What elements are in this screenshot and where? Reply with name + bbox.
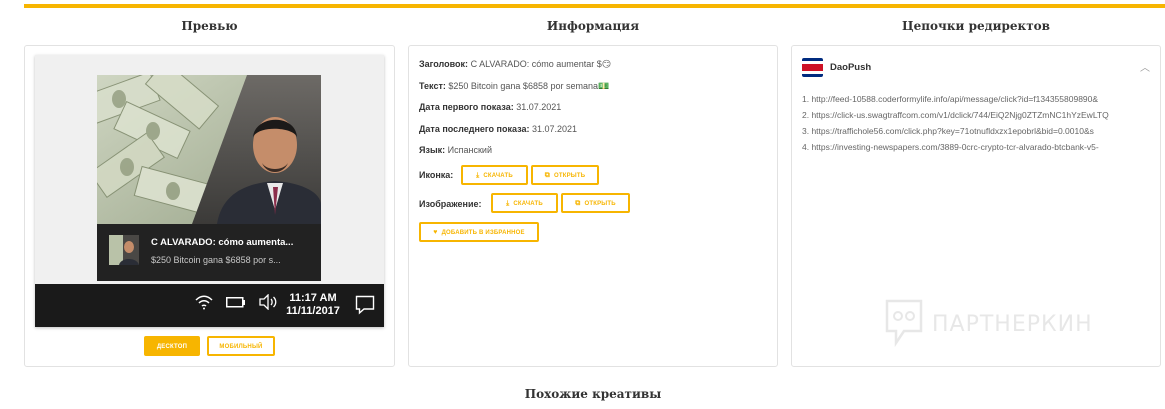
image-row-label: Изображение: [419, 199, 482, 209]
heart-icon: ♥ [433, 229, 438, 236]
external-link-icon: ⧉ [544, 172, 550, 179]
icon-download-label: скачать [483, 173, 513, 179]
notification-image [97, 75, 321, 224]
info-text-value: $250 Bitcoin gana $6858 por semana💵 [448, 81, 610, 91]
costa-rica-flag-icon [802, 58, 823, 77]
notification-body: C ALVARADO: cómo aumenta... $250 Bitcoin… [97, 224, 321, 281]
notification-text: $250 Bitcoin gana $6858 por s... [151, 255, 281, 265]
redirect-url[interactable]: 2. https://click-us.swagtraffcom.com/v1/… [802, 108, 1147, 124]
info-last-shown-label: Дата последнего показа: [419, 124, 530, 134]
redirect-chain-header[interactable]: DaoPush ︿ [802, 58, 1152, 78]
info-first-shown-label: Дата первого показа: [419, 102, 514, 112]
notification-icon [355, 295, 375, 315]
watermark-text: ПАРТНЕРКИН [932, 312, 1093, 337]
windows-taskbar: 11:17 AM 11/11/2017 [35, 284, 384, 327]
info-first-shown-value: 31.07.2021 [516, 102, 562, 112]
notification-title: C ALVARADO: cómo aumenta... [151, 237, 294, 248]
icon-download-button[interactable]: ⤓ скачать [461, 165, 528, 185]
image-open-label: открыть [584, 201, 616, 207]
icon-label: Иконка: [419, 170, 454, 180]
image-download-label: скачать [513, 201, 543, 207]
partnerkin-watermark: ПАРТНЕРКИН [884, 298, 1124, 358]
info-heading: Заголовок: C ALVARADO: cómo aumentar $😏 [419, 59, 611, 70]
info-text: Текст: $250 Bitcoin gana $6858 por seman… [419, 81, 609, 92]
redirects-panel: DaoPush ︿ 1. http://feed-10588.coderform… [791, 45, 1161, 367]
image-open-button[interactable]: ⧉ открыть [561, 193, 630, 213]
redirects-title: Цепочки редиректов [902, 19, 1050, 33]
info-text-label: Текст: [419, 81, 446, 91]
info-language-value: Испанский [447, 145, 492, 155]
info-heading-value: C ALVARADO: cómo aumentar $😏 [470, 59, 612, 69]
redirect-url[interactable]: 3. https://traffichole56.com/click.php?k… [802, 124, 1147, 140]
partnerkin-logo-icon [885, 299, 923, 348]
taskbar-date: 11/11/2017 [286, 305, 340, 317]
download-icon: ⤓ [476, 172, 480, 179]
similar-creatives-title: Похожие креативы [524, 387, 662, 401]
ad-network-name: DaoPush [830, 62, 872, 73]
chevron-up-icon[interactable]: ︿ [1140, 59, 1150, 74]
icon-row-label: Иконка: [419, 170, 453, 180]
redirect-url[interactable]: 4. https://investing-newspapers.com/3889… [802, 140, 1147, 156]
image-label: Изображение: [419, 199, 482, 209]
icon-open-label: открыть [553, 173, 586, 179]
info-language-label: Язык: [419, 145, 446, 155]
mobile-preview-button[interactable]: мобильный [207, 336, 275, 356]
info-panel: Заголовок: C ALVARADO: cómo aumentar $😏 … [408, 45, 778, 367]
info-title: Информация [546, 19, 640, 33]
add-to-favorites-button[interactable]: ♥ добавить в избранное [419, 222, 539, 242]
volume-icon [259, 294, 277, 310]
preview-title: Превью [181, 19, 238, 33]
taskbar-clock: 11:17 AM 11/11/2017 [283, 292, 343, 318]
download-icon: ⤓ [506, 200, 510, 207]
redirect-list: 1. http://feed-10588.coderformylife.info… [802, 92, 1147, 156]
accent-top-bar [24, 4, 1165, 8]
desktop-preview: C ALVARADO: cómo aumenta... $250 Bitcoin… [35, 55, 384, 327]
notification-icon-image [109, 235, 139, 265]
preview-panel: C ALVARADO: cómo aumenta... $250 Bitcoin… [24, 45, 395, 367]
icon-open-button[interactable]: ⧉ открыть [531, 165, 599, 185]
push-notification[interactable]: C ALVARADO: cómo aumenta... $250 Bitcoin… [97, 75, 321, 281]
info-first-shown: Дата первого показа: 31.07.2021 [419, 102, 561, 112]
add-to-favorites-label: добавить в избранное [441, 230, 525, 236]
desktop-preview-button[interactable]: десктоп [144, 336, 200, 356]
info-last-shown: Дата последнего показа: 31.07.2021 [419, 124, 577, 134]
info-heading-label: Заголовок: [419, 59, 469, 69]
wifi-icon [195, 295, 213, 310]
info-last-shown-value: 31.07.2021 [531, 124, 578, 134]
battery-icon [226, 297, 245, 308]
external-link-icon: ⧉ [575, 200, 581, 207]
redirect-url[interactable]: 1. http://feed-10588.coderformylife.info… [802, 92, 1147, 108]
image-download-button[interactable]: ⤓ скачать [491, 193, 558, 213]
info-language: Язык: Испанский [419, 145, 492, 155]
taskbar-time: 11:17 AM [289, 292, 337, 304]
